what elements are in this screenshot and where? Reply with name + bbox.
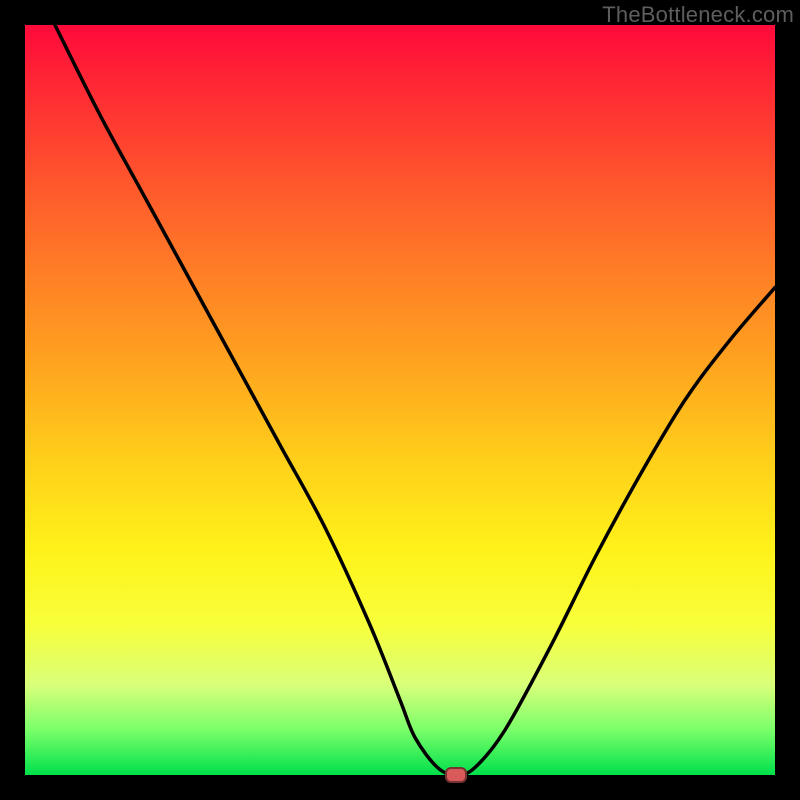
chart-frame: TheBottleneck.com — [0, 0, 800, 800]
optimal-point-marker — [445, 767, 467, 783]
watermark-text: TheBottleneck.com — [602, 2, 794, 28]
plot-area — [25, 25, 775, 775]
bottleneck-curve — [25, 25, 775, 775]
